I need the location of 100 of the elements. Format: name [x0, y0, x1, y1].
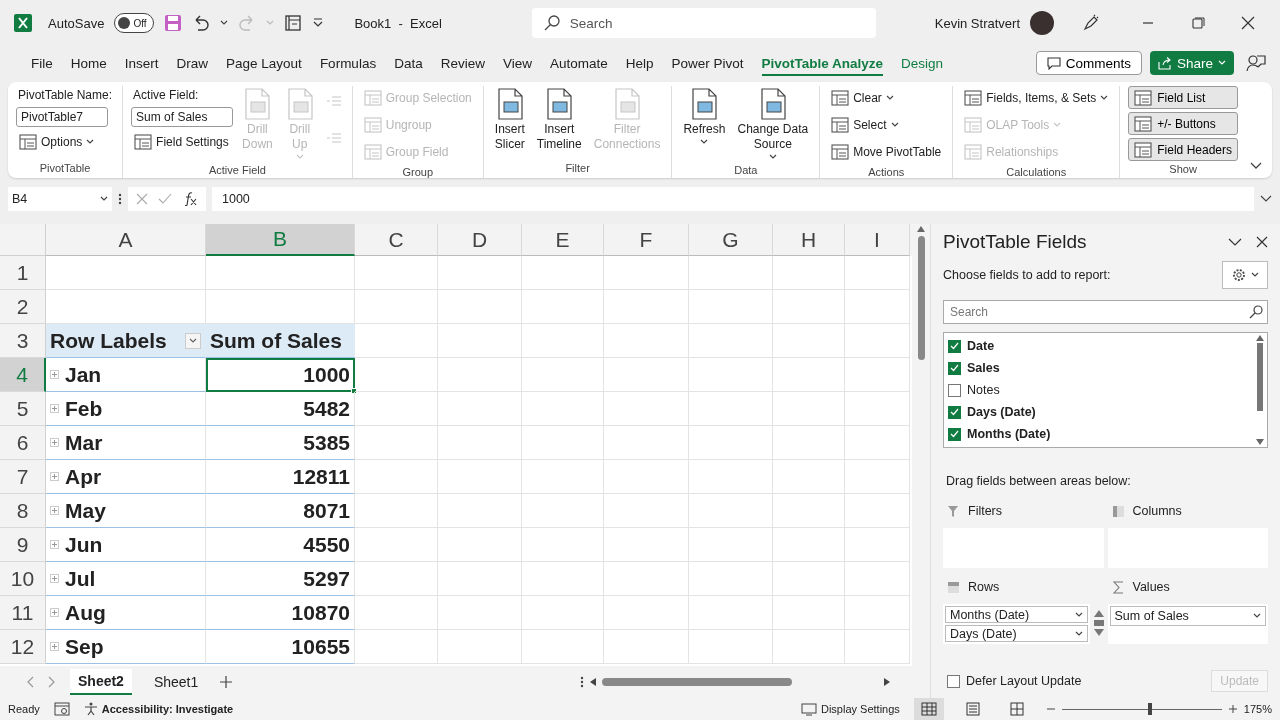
- function-icon[interactable]: [182, 192, 198, 206]
- area-field-dropdown[interactable]: Months (Date): [945, 606, 1088, 623]
- ribbon-tab[interactable]: Draw: [167, 49, 218, 77]
- more-options-icon[interactable]: [118, 192, 122, 206]
- drag-handle-icon[interactable]: [1093, 620, 1104, 626]
- empty-cell[interactable]: [845, 494, 910, 528]
- scrollbar-thumb[interactable]: [1257, 343, 1263, 411]
- zoom-level[interactable]: 175%: [1243, 703, 1272, 715]
- empty-cell[interactable]: [689, 358, 773, 392]
- more-options-icon[interactable]: [580, 675, 584, 689]
- empty-cell[interactable]: [438, 596, 522, 630]
- empty-cell[interactable]: [604, 324, 689, 358]
- empty-cell[interactable]: [845, 596, 910, 630]
- empty-cell[interactable]: [845, 256, 910, 290]
- horizontal-scrollbar[interactable]: [590, 678, 890, 686]
- close-icon[interactable]: [1256, 236, 1268, 248]
- empty-cell[interactable]: [604, 528, 689, 562]
- empty-cell[interactable]: [689, 324, 773, 358]
- scrollbar-thumb[interactable]: [602, 678, 792, 686]
- empty-cell[interactable]: [522, 630, 604, 664]
- empty-cell[interactable]: [355, 392, 438, 426]
- autosave-toggle[interactable]: Off: [114, 13, 155, 33]
- empty-cell[interactable]: [355, 256, 438, 290]
- field-name[interactable]: Months (Date): [967, 427, 1051, 441]
- value-cell[interactable]: 12811: [206, 460, 355, 494]
- sheet-tab[interactable]: Sheet1: [145, 670, 207, 694]
- ribbon-tab[interactable]: Power Pivot: [662, 49, 753, 77]
- empty-cell[interactable]: [604, 256, 689, 290]
- ribbon-button[interactable]: Fields, Items, & Sets: [961, 86, 1112, 110]
- checkbox[interactable]: [948, 361, 961, 375]
- empty-cell[interactable]: [438, 528, 522, 562]
- row-header[interactable]: 8: [0, 494, 46, 528]
- empty-cell[interactable]: [689, 392, 773, 426]
- empty-cell[interactable]: [438, 630, 522, 664]
- empty-cell[interactable]: [689, 494, 773, 528]
- column-header[interactable]: C: [355, 224, 438, 256]
- empty-cell[interactable]: [845, 324, 910, 358]
- select-all-corner[interactable]: [0, 224, 46, 256]
- sheet-tab[interactable]: Sheet2: [70, 669, 132, 695]
- empty-cell[interactable]: [522, 256, 604, 290]
- ribbon-tab[interactable]: Data: [385, 49, 432, 77]
- row-header[interactable]: 6: [0, 426, 46, 460]
- field-name[interactable]: Days (Date): [967, 405, 1036, 419]
- empty-cell[interactable]: [604, 392, 689, 426]
- empty-cell[interactable]: [773, 358, 845, 392]
- ribbon-button[interactable]: Select: [828, 113, 945, 137]
- move-up-icon[interactable]: [1093, 610, 1104, 617]
- field-name[interactable]: Date: [967, 339, 995, 353]
- name-box[interactable]: B4: [8, 187, 112, 211]
- empty-cell[interactable]: [522, 324, 604, 358]
- row-header[interactable]: 11: [0, 596, 46, 630]
- empty-cell[interactable]: [773, 528, 845, 562]
- scroll-left-icon[interactable]: [590, 678, 596, 686]
- column-header[interactable]: I: [845, 224, 910, 256]
- column-header[interactable]: D: [438, 224, 522, 256]
- ribbon-tab[interactable]: Formulas: [310, 49, 386, 77]
- empty-cell[interactable]: [438, 290, 522, 324]
- toggle-button[interactable]: +/- Buttons: [1128, 112, 1238, 135]
- expand-formula-icon[interactable]: [1260, 195, 1272, 203]
- drop-area[interactable]: Months (Date) Days (Date): [943, 604, 1090, 644]
- empty-cell[interactable]: [438, 324, 522, 358]
- empty-cell[interactable]: [355, 562, 438, 596]
- expand-icon[interactable]: [50, 608, 59, 617]
- area-field-dropdown[interactable]: Days (Date): [945, 625, 1088, 642]
- empty-cell[interactable]: [773, 256, 845, 290]
- scroll-up-icon[interactable]: [1256, 335, 1264, 341]
- expand-icon[interactable]: [50, 540, 59, 549]
- row-header[interactable]: 2: [0, 290, 46, 324]
- empty-cell[interactable]: [845, 392, 910, 426]
- empty-cell[interactable]: [604, 494, 689, 528]
- row-header[interactable]: 1: [0, 256, 46, 290]
- empty-cell[interactable]: [438, 392, 522, 426]
- empty-cell[interactable]: [773, 426, 845, 460]
- empty-cell[interactable]: [773, 494, 845, 528]
- ribbon-button[interactable]: Clear: [828, 86, 945, 110]
- search-field[interactable]: Search: [531, 8, 876, 38]
- ribbon-tab[interactable]: View: [493, 49, 541, 77]
- empty-cell[interactable]: [438, 256, 522, 290]
- view-button[interactable]: [913, 698, 944, 720]
- empty-cell[interactable]: [522, 596, 604, 630]
- empty-cell[interactable]: [522, 426, 604, 460]
- empty-cell[interactable]: [773, 562, 845, 596]
- pen-icon[interactable]: [1082, 14, 1100, 32]
- empty-cell[interactable]: [438, 426, 522, 460]
- empty-cell[interactable]: [355, 426, 438, 460]
- empty-cell[interactable]: [604, 460, 689, 494]
- toggle-button[interactable]: Field List: [1128, 86, 1238, 109]
- empty-cell[interactable]: [773, 392, 845, 426]
- empty-cell[interactable]: [773, 324, 845, 358]
- checkbox[interactable]: [947, 674, 960, 688]
- next-sheet-icon[interactable]: [48, 676, 56, 688]
- ribbon-tab[interactable]: Help: [616, 49, 663, 77]
- empty-cell[interactable]: [355, 460, 438, 494]
- value-cell[interactable]: 8071: [206, 494, 355, 528]
- display-settings-button[interactable]: Display Settings: [801, 702, 900, 716]
- zoom-in-icon[interactable]: [1227, 704, 1238, 714]
- expand-icon[interactable]: [50, 642, 59, 651]
- row-header[interactable]: 12: [0, 630, 46, 664]
- ribbon-tab[interactable]: Design: [892, 49, 953, 77]
- empty-cell[interactable]: [689, 460, 773, 494]
